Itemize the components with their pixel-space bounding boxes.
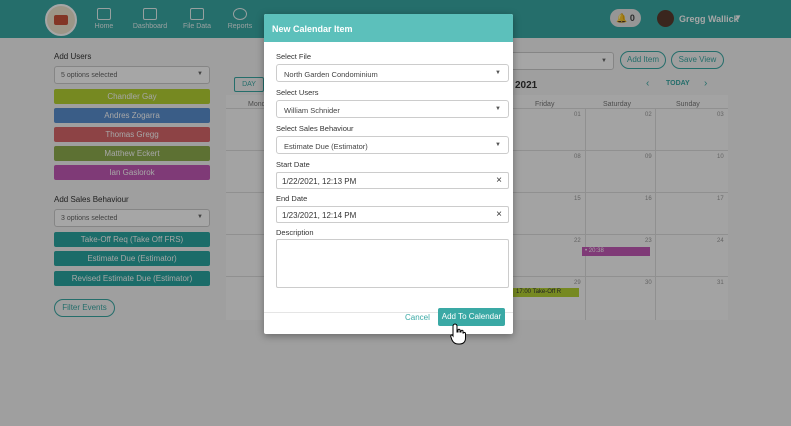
- description-textarea[interactable]: [276, 239, 509, 288]
- end-date-value: 1/23/2021, 12:14 PM: [282, 211, 357, 220]
- end-date-label: End Date: [276, 194, 308, 203]
- chevron-down-icon: ▼: [495, 142, 501, 148]
- select-users-label: Select Users: [276, 88, 319, 97]
- select-users-value: William Schnider: [284, 106, 340, 115]
- cancel-button[interactable]: Cancel: [405, 313, 430, 322]
- select-file-value: North Garden Condominium: [284, 70, 378, 79]
- select-users-dropdown[interactable]: William Schnider ▼: [276, 100, 509, 118]
- select-file-label: Select File: [276, 52, 312, 61]
- start-date-label: Start Date: [276, 160, 310, 169]
- sales-behaviour-value: Estimate Due (Estimator): [284, 142, 368, 151]
- hand-cursor-icon: [450, 323, 466, 345]
- close-icon[interactable]: ×: [496, 209, 502, 220]
- select-file-dropdown[interactable]: North Garden Condominium ▼: [276, 64, 509, 82]
- sales-behaviour-dropdown[interactable]: Estimate Due (Estimator) ▼: [276, 136, 509, 154]
- close-icon[interactable]: ×: [496, 175, 502, 186]
- modal-title: New Calendar Item: [264, 14, 513, 42]
- new-calendar-item-modal: New Calendar Item Select File North Gard…: [264, 14, 513, 334]
- description-label: Description: [276, 228, 314, 237]
- chevron-down-icon: ▼: [495, 70, 501, 76]
- start-date-value: 1/22/2021, 12:13 PM: [282, 177, 357, 186]
- chevron-down-icon: ▼: [495, 106, 501, 112]
- start-date-input[interactable]: 1/22/2021, 12:13 PM ×: [276, 172, 509, 189]
- add-to-calendar-button[interactable]: Add To Calendar: [438, 308, 505, 326]
- sales-behaviour-label: Select Sales Behaviour: [276, 124, 354, 133]
- end-date-input[interactable]: 1/23/2021, 12:14 PM ×: [276, 206, 509, 223]
